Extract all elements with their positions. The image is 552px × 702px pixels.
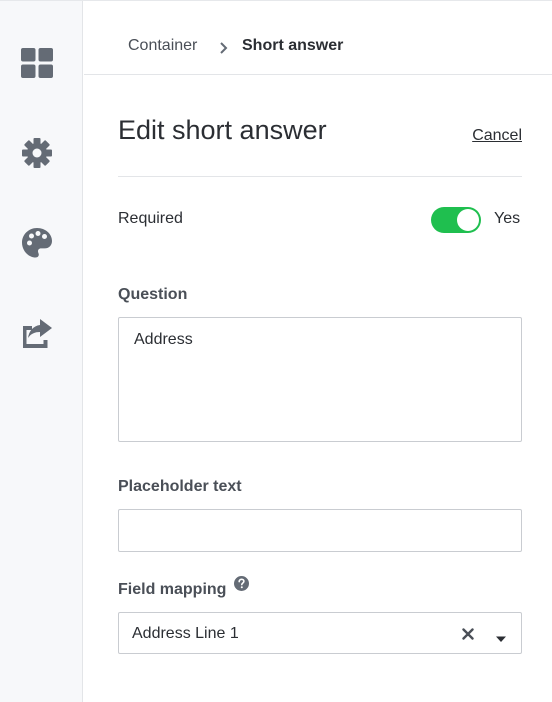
toggle-knob xyxy=(457,209,479,231)
cancel-link[interactable]: Cancel xyxy=(472,127,522,145)
caret-down-icon[interactable] xyxy=(495,630,507,648)
field-mapping-selected-value: Address Line 1 xyxy=(132,625,239,642)
placeholder-text-label: Placeholder text xyxy=(118,478,242,495)
required-state-label: Yes xyxy=(494,210,521,227)
share-icon[interactable] xyxy=(19,315,55,351)
field-mapping-select[interactable]: Address Line 1 xyxy=(118,612,522,654)
chevron-right-icon xyxy=(219,41,229,59)
breadcrumb: Container Short answer xyxy=(84,1,552,75)
dashboard-grid-icon[interactable] xyxy=(19,45,55,81)
required-label: Required xyxy=(118,210,183,227)
divider xyxy=(118,176,522,177)
question-label: Question xyxy=(118,286,188,303)
app-window: Container Short answer Edit short answer… xyxy=(0,0,552,702)
field-mapping-label: Field mapping xyxy=(118,581,227,598)
palette-icon[interactable] xyxy=(19,225,55,261)
question-circle-icon[interactable] xyxy=(234,576,249,596)
gear-icon[interactable] xyxy=(19,135,55,171)
required-toggle[interactable] xyxy=(431,207,481,233)
page-title: Edit short answer xyxy=(118,115,327,145)
breadcrumb-current: Short answer xyxy=(242,37,344,54)
close-icon[interactable] xyxy=(462,627,474,645)
placeholder-text-input[interactable] xyxy=(118,509,522,552)
breadcrumb-container-link[interactable]: Container xyxy=(128,37,197,55)
editor-panel: Container Short answer Edit short answer… xyxy=(84,1,552,702)
question-textarea[interactable]: Address xyxy=(118,317,522,442)
sidebar xyxy=(0,1,83,702)
